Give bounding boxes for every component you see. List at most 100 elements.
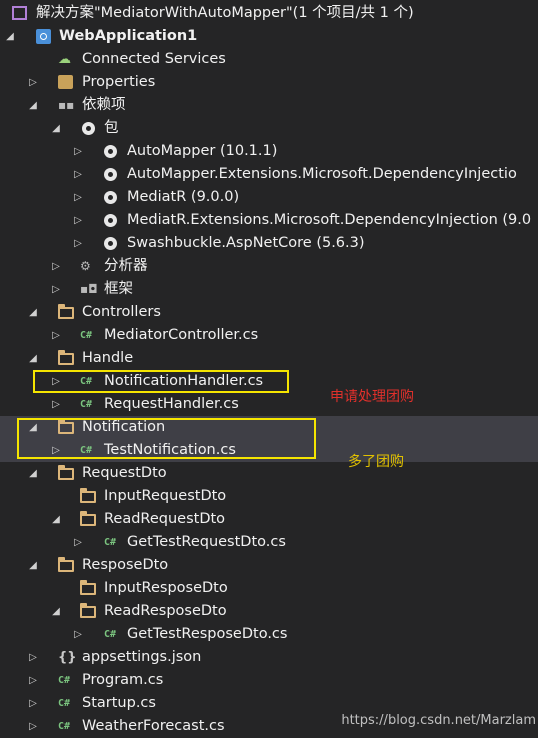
dependencies-icon: ▪▪ [58,98,75,112]
solution-node[interactable]: 解决方案"MediatorWithAutoMapper"(1 个项目/共 1 个… [0,2,538,25]
collapsed-arrow-icon[interactable]: ▷ [50,393,62,416]
collapsed-arrow-icon[interactable]: ▷ [72,531,84,554]
tree-item-label: Connected Services [82,51,226,67]
project-node[interactable]: ◢ WebApplication1 [0,25,538,48]
annotation-note-red: 申请处理团购 [330,389,414,405]
tree-item-package[interactable]: ▷ MediatR.Extensions.Microsoft.Dependenc… [0,209,538,232]
tree-item-frameworks[interactable]: ▷ ▪◘ 框架 [0,278,538,301]
tree-item-label: Startup.cs [82,695,156,711]
tree-item-handle-folder[interactable]: ◢ Handle [0,347,538,370]
web-project-icon [36,29,51,44]
expanded-arrow-icon[interactable]: ◢ [27,554,39,577]
tree-item-label: 包 [104,120,119,136]
expanded-arrow-icon[interactable]: ◢ [27,462,39,485]
tree-item-label: MediatR.Extensions.Microsoft.DependencyI… [127,212,532,228]
expanded-arrow-icon[interactable]: ◢ [27,301,39,324]
tree-item-json-file[interactable]: ▷ {} appsettings.json [0,646,538,669]
collapsed-arrow-icon[interactable]: ▷ [72,232,84,255]
tree-item-folder[interactable]: InputResposeDto [0,577,538,600]
connected-services-icon: ☁ [58,52,71,67]
folder-icon [80,603,96,618]
expanded-arrow-icon[interactable]: ◢ [27,347,39,370]
package-icon [104,168,117,181]
tree-item-label: MediatR (9.0.0) [127,189,240,205]
tree-item-label: RequestHandler.cs [104,396,239,412]
collapsed-arrow-icon[interactable]: ▷ [27,692,39,715]
collapsed-arrow-icon[interactable]: ▷ [50,255,62,278]
tree-item-label: MediatorController.cs [104,327,259,343]
expanded-arrow-icon[interactable]: ◢ [50,600,62,623]
collapsed-arrow-icon[interactable]: ▷ [50,278,62,301]
tree-item-dependencies[interactable]: ◢ ▪▪ 依赖项 [0,94,538,117]
tree-item-label: GetTestRequestDto.cs [127,534,286,550]
expanded-arrow-icon[interactable]: ◢ [50,117,62,140]
tree-item-label: InputRequestDto [104,488,227,504]
tree-item-label: ReadRequestDto [104,511,226,527]
tree-item-cs-file[interactable]: ▷ C# GetTestResposeDto.cs [0,623,538,646]
tree-item-analyzers[interactable]: ▷ ⚙ 分析器 [0,255,538,278]
solution-icon [12,6,27,20]
collapsed-arrow-icon[interactable]: ▷ [27,669,39,692]
tree-item-package[interactable]: ▷ Swashbuckle.AspNetCore (5.6.3) [0,232,538,255]
collapsed-arrow-icon[interactable]: ▷ [72,623,84,646]
package-icon [104,237,117,250]
collapsed-arrow-icon[interactable]: ▷ [27,715,39,738]
csharp-file-icon: C# [58,721,71,732]
tree-item-label: 依赖项 [82,97,126,113]
tree-item-label: appsettings.json [82,649,202,665]
tree-item-label: Swashbuckle.AspNetCore (5.6.3) [127,235,365,251]
tree-item-folder[interactable]: InputRequestDto [0,485,538,508]
tree-item-properties[interactable]: ▷ Properties [0,71,538,94]
csharp-file-icon: C# [58,698,71,709]
collapsed-arrow-icon[interactable]: ▷ [27,71,39,94]
tree-item-connected-services[interactable]: ☁ Connected Services [0,48,538,71]
tree-item-label: Properties [82,74,156,90]
highlight-box-notification [17,418,316,459]
collapsed-arrow-icon[interactable]: ▷ [72,163,84,186]
properties-icon [58,75,73,89]
tree-item-cs-file[interactable]: ▷ C# Program.cs [0,669,538,692]
folder-icon [80,511,96,526]
tree-item-cs-file[interactable]: ▷ C# MediatorController.cs [0,324,538,347]
tree-item-resposedto-folder[interactable]: ◢ ResposeDto [0,554,538,577]
expanded-arrow-icon[interactable]: ◢ [4,25,16,48]
tree-item-label: 框架 [104,281,133,297]
tree-item-package[interactable]: ▷ MediatR (9.0.0) [0,186,538,209]
tree-item-label: Controllers [82,304,161,320]
tree-item-label: ResposeDto [82,557,169,573]
tree-item-cs-file[interactable]: ▷ C# Startup.cs [0,692,538,715]
analyzer-icon: ⚙ [80,259,91,273]
tree-item-package[interactable]: ▷ AutoMapper.Extensions.Microsoft.Depend… [0,163,538,186]
collapsed-arrow-icon[interactable]: ▷ [50,324,62,347]
csharp-file-icon: C# [80,330,93,341]
tree-item-controllers-folder[interactable]: ◢ Controllers [0,301,538,324]
tree-item-label: 分析器 [104,258,148,274]
collapsed-arrow-icon[interactable]: ▷ [72,140,84,163]
folder-icon [58,557,74,572]
collapsed-arrow-icon[interactable]: ▷ [27,646,39,669]
tree-item-folder[interactable]: ◢ ReadResposeDto [0,600,538,623]
csharp-file-icon: C# [104,629,117,640]
tree-item-label: InputResposeDto [104,580,228,596]
collapsed-arrow-icon[interactable]: ▷ [72,209,84,232]
tree-item-package[interactable]: ▷ AutoMapper (10.1.1) [0,140,538,163]
project-name: WebApplication1 [59,28,198,44]
tree-item-label: GetTestResposeDto.cs [127,626,288,642]
folder-icon [80,580,96,595]
package-icon [104,191,117,204]
tree-item-packages[interactable]: ◢ 包 [0,117,538,140]
tree-item-folder[interactable]: ◢ ReadRequestDto [0,508,538,531]
tree-item-cs-file[interactable]: ▷ C# RequestHandler.cs [0,393,538,416]
folder-icon [80,488,96,503]
folder-icon [58,465,74,480]
package-icon [82,122,95,135]
watermark-text: https://blog.csdn.net/Marzlam [341,713,536,728]
csharp-file-icon: C# [80,399,93,410]
expanded-arrow-icon[interactable]: ◢ [50,508,62,531]
tree-item-label: Handle [82,350,134,366]
framework-icon: ▪◘ [80,282,98,296]
tree-item-requestdto-folder[interactable]: ◢ RequestDto [0,462,538,485]
collapsed-arrow-icon[interactable]: ▷ [72,186,84,209]
tree-item-cs-file[interactable]: ▷ C# GetTestRequestDto.cs [0,531,538,554]
expanded-arrow-icon[interactable]: ◢ [27,94,39,117]
